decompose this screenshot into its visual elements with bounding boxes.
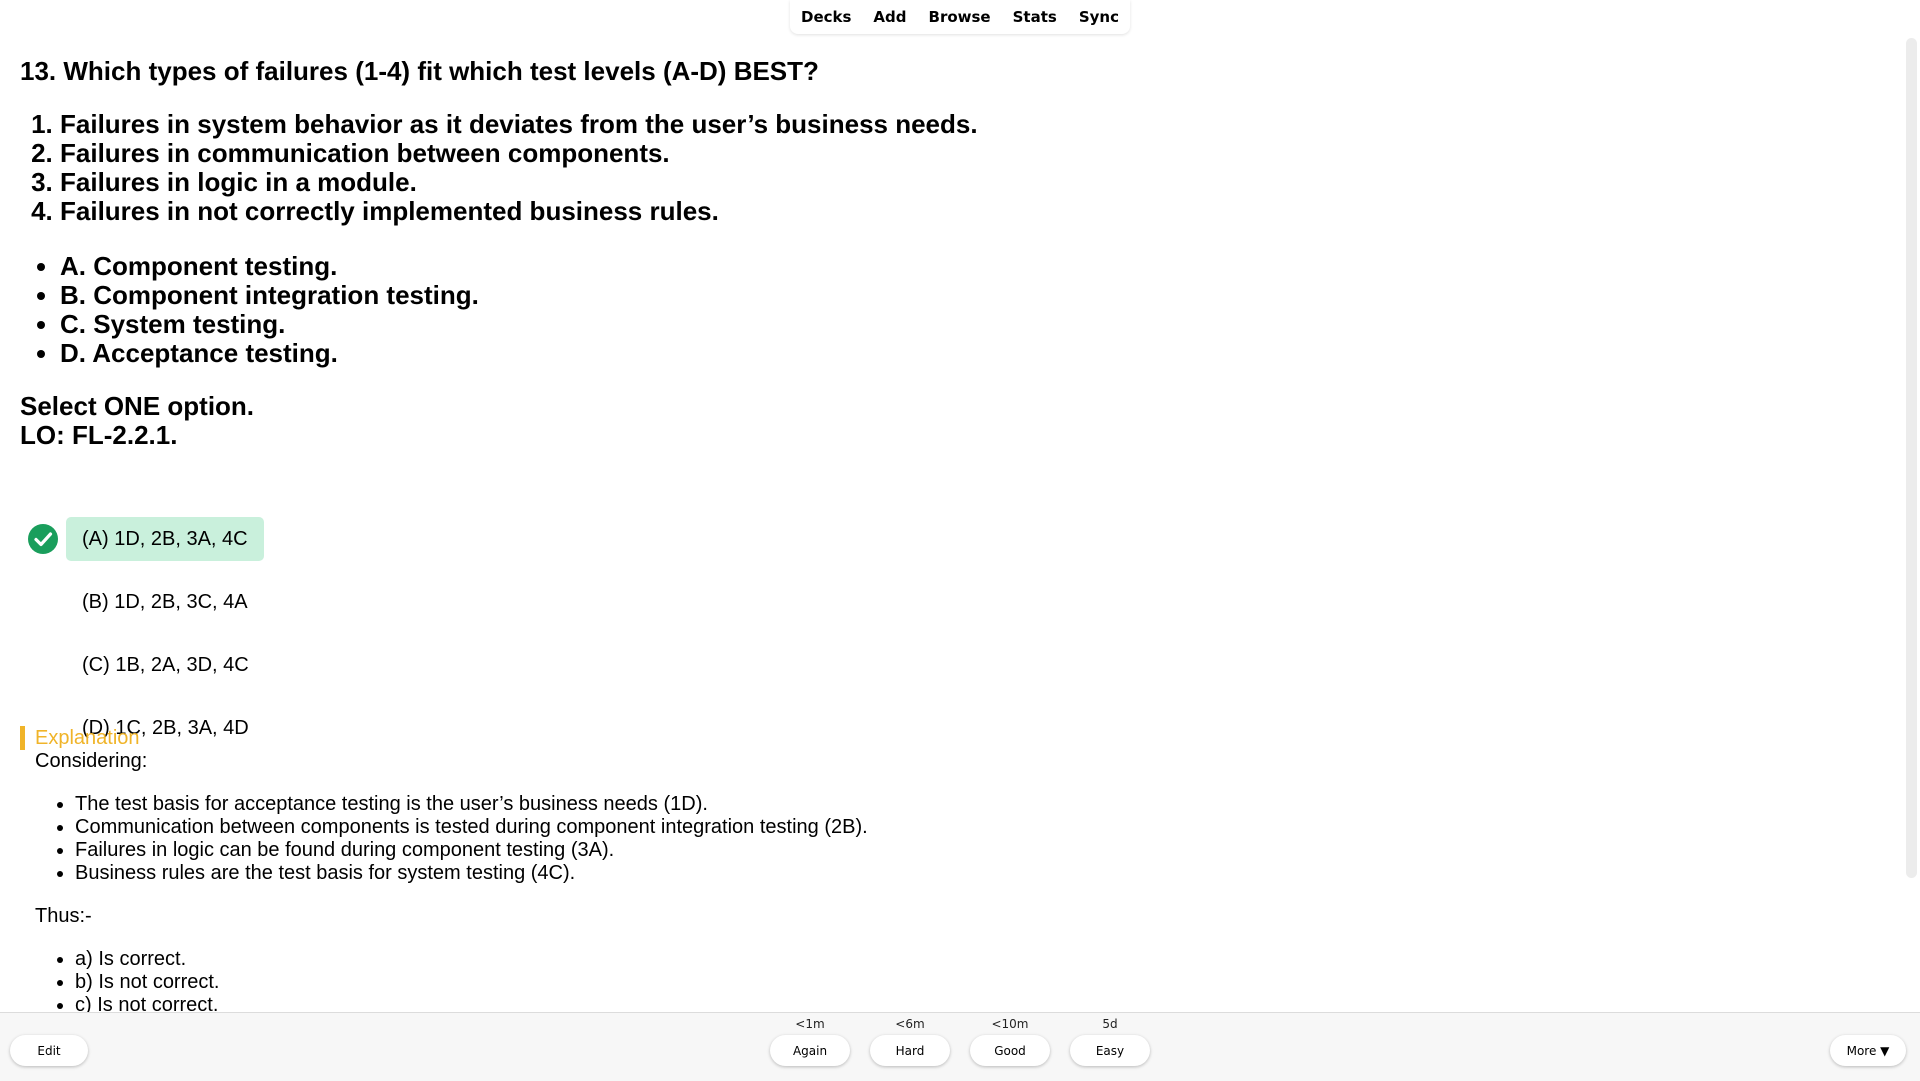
good-timing: <10m bbox=[991, 1017, 1029, 1031]
test-level-item: D. Acceptance testing. bbox=[60, 339, 479, 368]
easy-timing: 5d bbox=[1102, 1017, 1118, 1031]
option-b[interactable]: (B) 1D, 2B, 3C, 4A bbox=[66, 580, 264, 624]
learning-objective: LO: FL-2.2.1. bbox=[20, 420, 178, 450]
card-content[interactable]: 13. Which types of failures (1-4) fit wh… bbox=[0, 34, 1905, 1012]
explanation-body: Considering: The test basis for acceptan… bbox=[20, 750, 868, 1012]
good-button[interactable]: Good bbox=[970, 1035, 1050, 1066]
top-nav: Decks Add Browse Stats Sync bbox=[790, 0, 1130, 34]
nav-stats[interactable]: Stats bbox=[1007, 4, 1063, 30]
explanation-section: Explanation Considering: The test basis … bbox=[20, 726, 868, 1012]
nav-browse[interactable]: Browse bbox=[923, 4, 997, 30]
failure-list: Failures in system behavior as it deviat… bbox=[30, 110, 978, 226]
explanation-point: Communication between components is test… bbox=[75, 816, 868, 839]
select-instruction: Select ONE option. bbox=[20, 391, 255, 421]
explanation-intro: Considering: bbox=[35, 750, 148, 772]
instructions: Select ONE option. LO: FL-2.2.1. bbox=[20, 392, 254, 450]
option-a[interactable]: (A) 1D, 2B, 3A, 4C bbox=[66, 517, 264, 561]
explanation-point: Business rules are the test basis for sy… bbox=[75, 862, 868, 885]
explanation-points: The test basis for acceptance testing is… bbox=[35, 793, 868, 885]
verdict-item: b) Is not correct. bbox=[75, 971, 868, 994]
answer-bar: Edit <1m Again <6m Hard <10m Good 5d Eas… bbox=[0, 1012, 1920, 1081]
explanation-point: Failures in logic can be found during co… bbox=[75, 839, 868, 862]
test-level-item: A. Component testing. bbox=[60, 252, 479, 281]
again-timing: <1m bbox=[795, 1017, 825, 1031]
failure-item: Failures in communication between compon… bbox=[60, 139, 978, 168]
test-level-item: C. System testing. bbox=[60, 310, 479, 339]
explanation-point: The test basis for acceptance testing is… bbox=[75, 793, 868, 816]
more-button[interactable]: More ▼ bbox=[1830, 1035, 1906, 1066]
explanation-thus: Thus:- bbox=[35, 905, 92, 927]
nav-sync[interactable]: Sync bbox=[1073, 4, 1125, 30]
verdict-item: c) Is not correct. bbox=[75, 994, 868, 1012]
test-level-item: B. Component integration testing. bbox=[60, 281, 479, 310]
failure-item: Failures in not correctly implemented bu… bbox=[60, 197, 978, 226]
vertical-scrollbar[interactable] bbox=[1906, 38, 1917, 878]
failure-item: Failures in logic in a module. bbox=[60, 168, 978, 197]
question-title: 13. Which types of failures (1-4) fit wh… bbox=[20, 56, 819, 86]
hard-button[interactable]: Hard bbox=[870, 1035, 950, 1066]
correct-check-icon bbox=[28, 524, 58, 554]
hard-timing: <6m bbox=[895, 1017, 925, 1031]
failure-item: Failures in system behavior as it deviat… bbox=[60, 110, 978, 139]
nav-decks[interactable]: Decks bbox=[795, 4, 857, 30]
verdict-list: a) Is correct. b) Is not correct. c) Is … bbox=[35, 948, 868, 1012]
verdict-item: a) Is correct. bbox=[75, 948, 868, 971]
explanation-title: Explanation bbox=[20, 726, 868, 750]
again-button[interactable]: Again bbox=[770, 1035, 850, 1066]
test-level-list: A. Component testing. B. Component integ… bbox=[30, 252, 479, 368]
edit-button[interactable]: Edit bbox=[10, 1035, 88, 1066]
nav-add[interactable]: Add bbox=[867, 4, 912, 30]
option-c[interactable]: (C) 1B, 2A, 3D, 4C bbox=[66, 643, 265, 687]
easy-button[interactable]: Easy bbox=[1070, 1035, 1150, 1066]
